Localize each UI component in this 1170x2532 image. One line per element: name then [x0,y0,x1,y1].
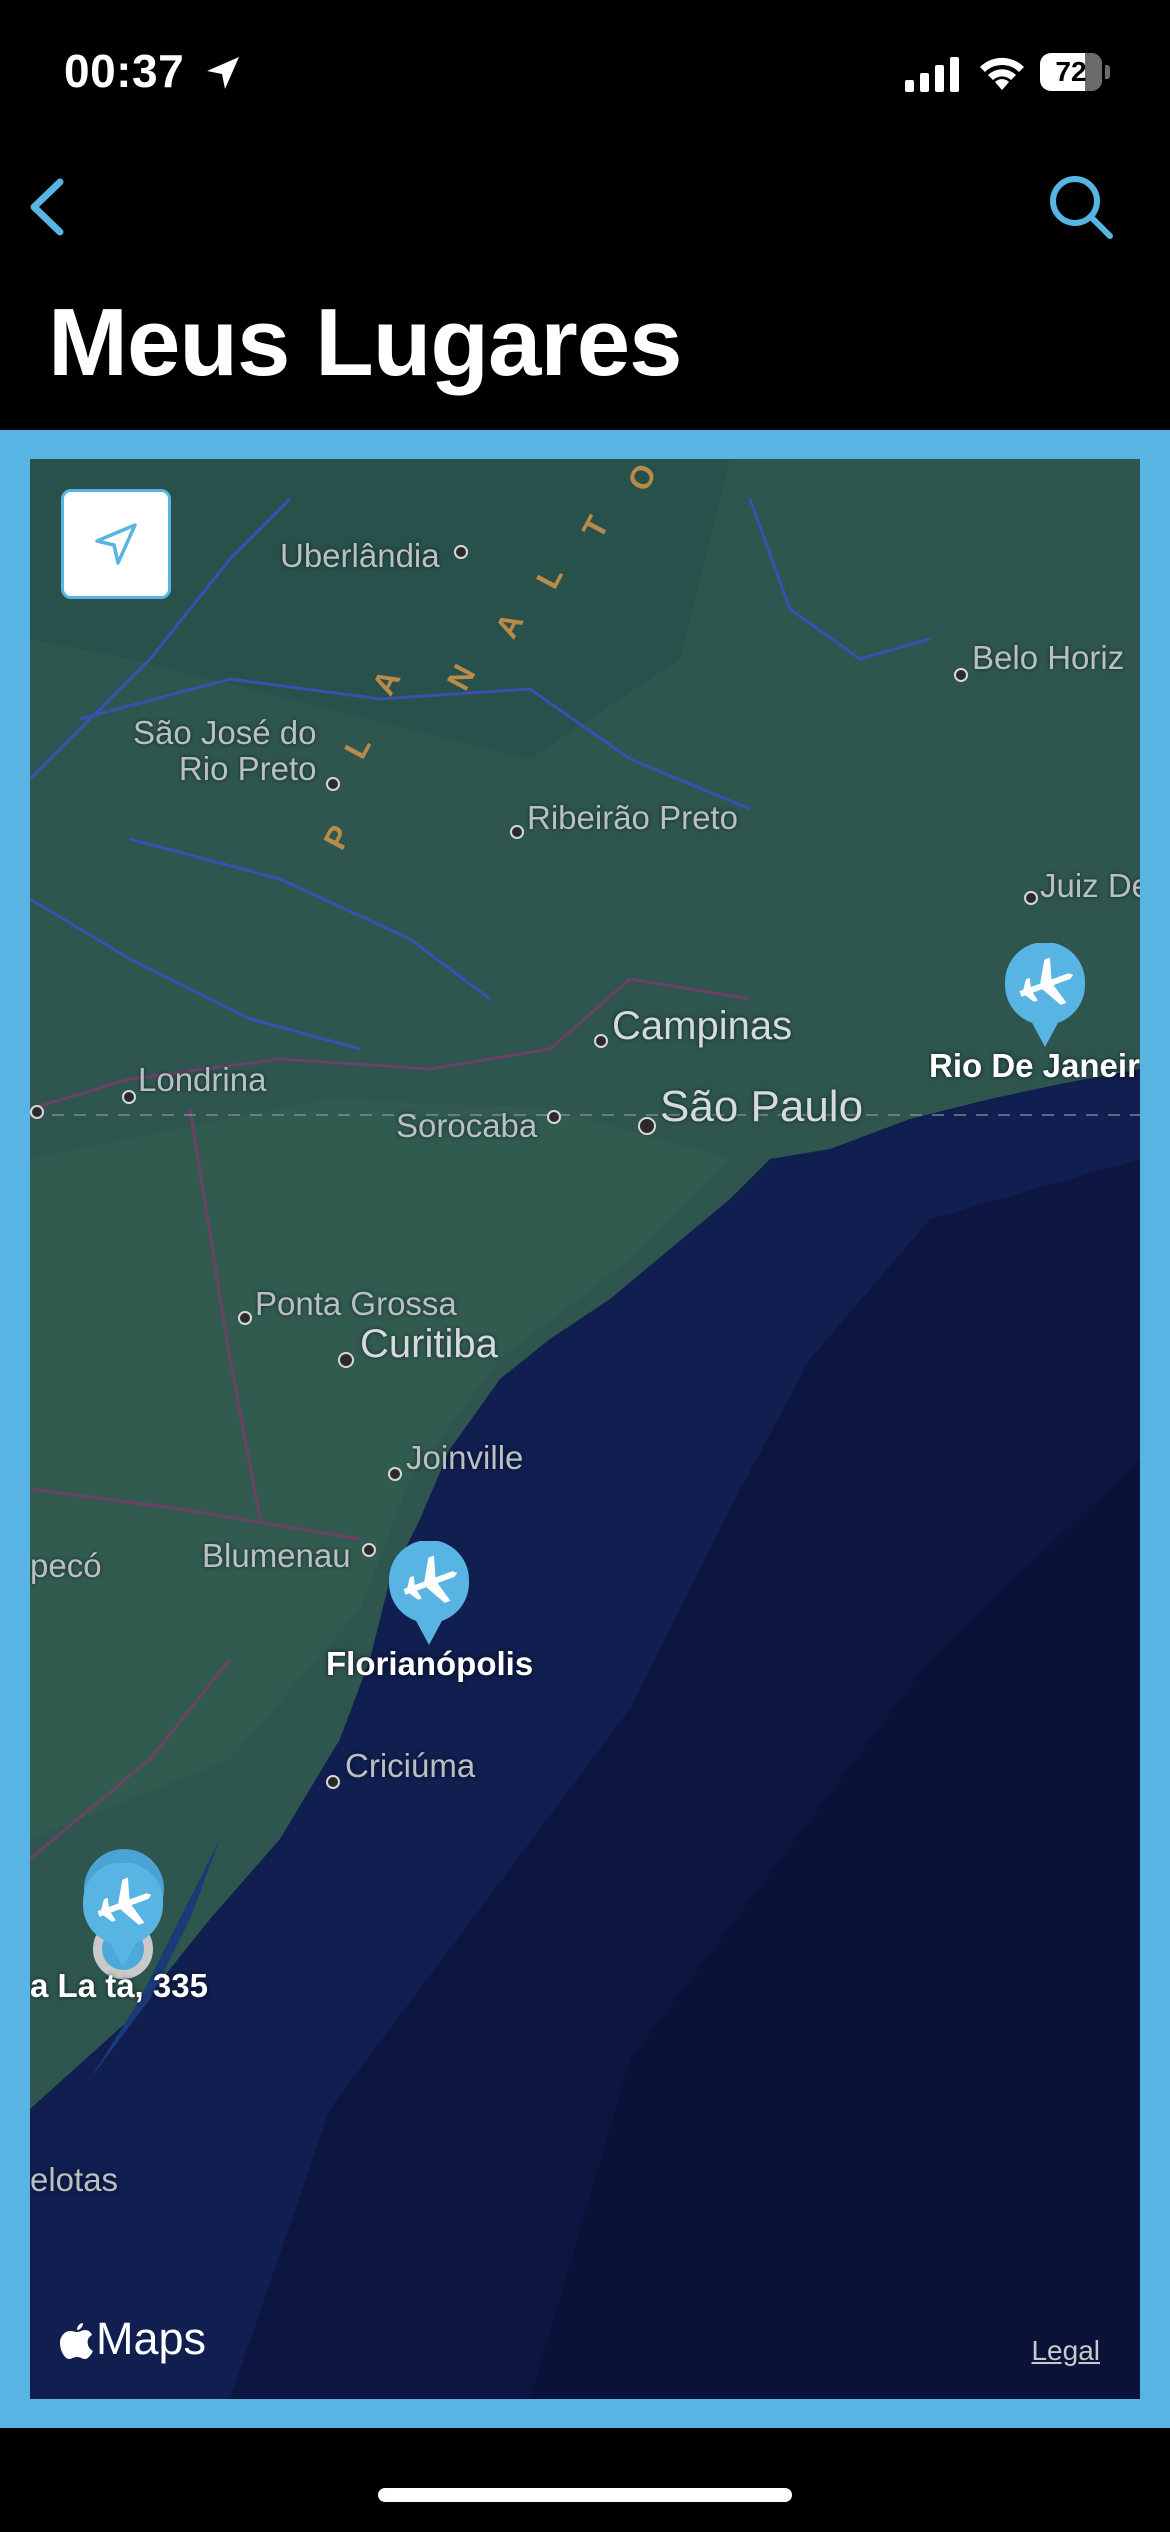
page-title: Meus Lugares [48,289,683,396]
battery-icon: 72 [1040,53,1110,91]
city-label-sorocaba: Sorocaba [396,1107,538,1144]
city-dot [454,545,468,559]
back-button[interactable] [22,176,72,238]
city-label-londrina: Londrina [138,1061,267,1098]
city-label-belo-horizonte: Belo Horiz [972,639,1125,676]
city-label-uberlandia: Uberlândia [280,537,440,574]
city-label-curitiba: Curitiba [360,1322,498,1366]
wifi-icon [980,57,1024,90]
city-dot [388,1467,402,1481]
city-dot [122,1090,136,1104]
airplane-pin-florianopolis[interactable] [384,1541,474,1651]
city-dot [326,1775,340,1789]
city-label-joinville: Joinville [406,1439,524,1476]
status-bar: 00:37 72 [0,0,1170,140]
maps-brand-text: Maps [96,2313,207,2364]
city-label-sao-jose-do-rio-preto: São José do Rio Preto [133,714,317,787]
apple-logo-icon [60,2323,93,2359]
city-dot [638,1117,656,1135]
legal-link[interactable]: Legal [1031,2335,1100,2367]
city-dot [1024,891,1038,905]
city-dot [30,1105,44,1119]
city-dot [547,1110,561,1124]
cellular-signal-icon [905,57,959,92]
city-dot [510,825,524,839]
battery-level: 72 [1055,56,1087,87]
city-label-ponta-grossa: Ponta Grossa [255,1285,457,1322]
city-label-sao-paulo: São Paulo [660,1082,864,1131]
city-label-ribeirao-preto: Ribeirão Preto [527,799,738,836]
city-dot [238,1311,252,1325]
city-label-juiz-de-fora: Juiz De [1040,867,1140,904]
search-button[interactable] [1046,172,1116,242]
city-dot [338,1352,354,1368]
status-time: 00:37 [64,45,185,97]
pin-label-porto-alegre: a La ta, 335 [30,1967,208,2004]
pin-label-florianopolis: Florianópolis [326,1645,534,1682]
city-label-pelotas: elotas [30,2161,119,2198]
city-label-criciuma: Criciúma [345,1747,476,1784]
city-dot [362,1543,376,1557]
airplane-pin-rio[interactable] [1000,943,1090,1053]
city-dot [954,668,968,682]
city-dot [594,1034,608,1048]
location-arrow-icon [207,57,239,89]
city-dot [326,777,340,791]
pin-label-rio: Rio De Janeir [929,1047,1140,1084]
home-indicator [378,2488,792,2502]
map-view[interactable]: P L A N A L T O Uberlândia Belo Horiz Sã… [30,459,1140,2399]
city-label-campinas: Campinas [612,1004,793,1048]
apple-maps-logo: Maps [60,2313,206,2365]
location-arrow-icon [95,523,137,565]
city-label-chapeco: pecó [30,1547,102,1584]
current-location-button[interactable] [61,489,171,599]
airplane-pin-porto-alegre[interactable] [78,1863,168,1973]
city-label-blumenau: Blumenau [202,1537,351,1574]
